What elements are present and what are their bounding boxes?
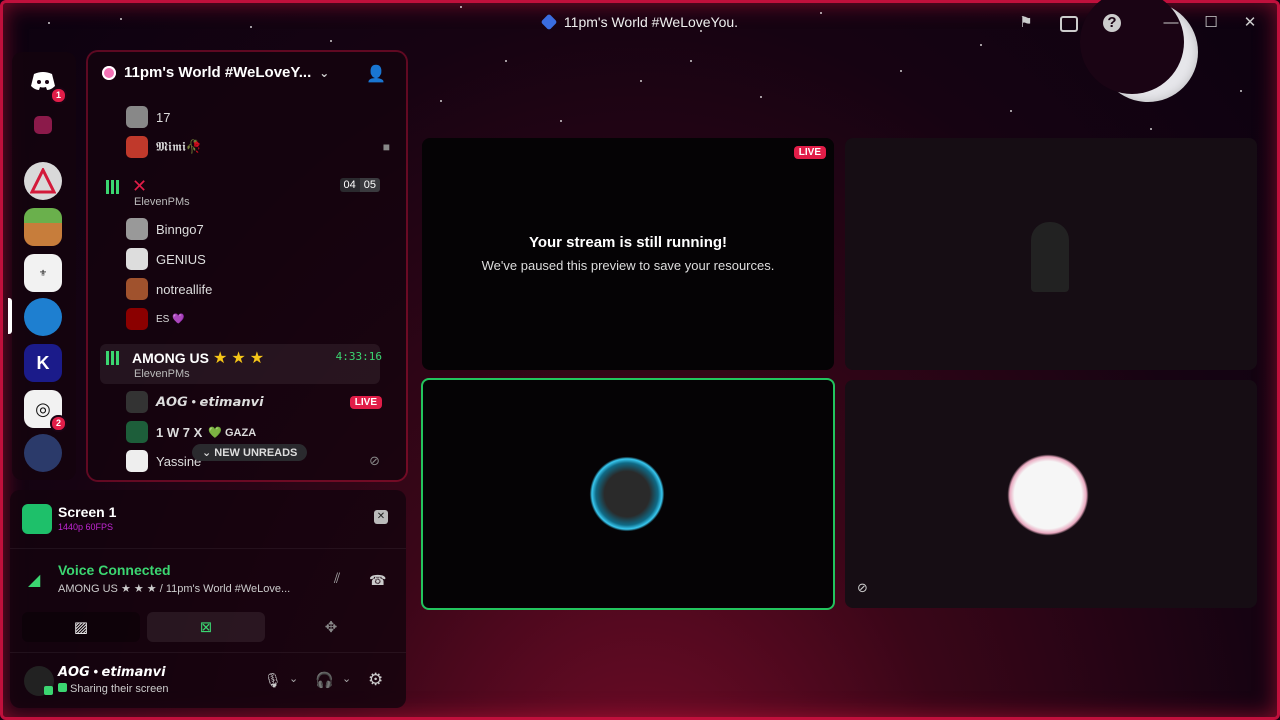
stream-paused-headline: Your stream is still running! — [528, 234, 728, 251]
user-panel: Screen 1 1440p 60FPS ✕ ◢ Voice Connected… — [10, 490, 406, 708]
stop-stream-icon[interactable]: ✕ — [374, 510, 388, 524]
disconnect-icon[interactable]: ☎ — [369, 572, 386, 589]
channel-status: ElevenPMs — [134, 368, 190, 380]
participant-tile-speaking[interactable] — [423, 380, 833, 608]
guild-icon — [102, 65, 116, 80]
divider — [10, 548, 406, 549]
server-3-icon[interactable]: ⚜ — [24, 254, 62, 292]
noise-suppression-icon[interactable]: ⫽ — [334, 570, 340, 587]
window-title: 11pm's World #WeLoveYou. — [0, 13, 1280, 31]
server-minecraft-icon[interactable] — [24, 208, 62, 246]
chevron-down-icon: ⌄ — [319, 65, 330, 80]
activities-button[interactable]: ✥ — [272, 612, 390, 642]
avatar — [126, 391, 148, 413]
voice-channel-icon — [106, 179, 124, 194]
server-rail: 1 ⚜ K ◎ 2 — [12, 52, 76, 480]
aog-logo-icon — [30, 168, 56, 194]
stream-quality: 1440p 60FPS — [58, 522, 114, 532]
star-icon: ★ — [231, 350, 246, 367]
stream-title: Screen 1 — [58, 504, 117, 520]
stream-tile[interactable]: LIVE Your stream is still running! We've… — [422, 138, 834, 370]
unread-badge: 1 — [49, 87, 67, 104]
chevron-down-icon[interactable]: ⌄ — [342, 672, 351, 685]
voice-channel-among-us[interactable]: AMONG US ★ ★ ★ — [106, 348, 264, 368]
server-k-icon[interactable]: K — [24, 344, 62, 382]
screen-share-button[interactable]: ⊠ — [147, 612, 265, 642]
avatar — [126, 308, 148, 330]
live-badge: LIVE — [793, 146, 826, 159]
participant-avatar — [1007, 454, 1089, 536]
avatar — [126, 278, 148, 300]
avatar — [126, 421, 148, 443]
avatar — [126, 248, 148, 270]
headphones-icon[interactable]: 🎧 — [315, 671, 334, 689]
channel-status: ElevenPMs — [134, 196, 190, 208]
server-2-icon[interactable] — [34, 116, 52, 134]
user-status: Sharing their screen — [58, 683, 168, 695]
camera-off-icon: ▨ — [73, 619, 89, 636]
participant-avatar — [1031, 222, 1069, 292]
new-unreads-pill[interactable]: ⌄ NEW UNREADS — [192, 444, 308, 461]
channel-sidebar: 11pm's World #WeLoveY... ⌄ 👤 17 𝕸𝖎𝖒𝖎🥀 ■ … — [88, 52, 406, 480]
screen-icon — [58, 683, 67, 692]
muted-icon: ⊘ — [857, 580, 868, 595]
voice-user[interactable]: 𝕸𝖎𝖒𝖎🥀 ■ — [126, 134, 390, 160]
chevron-down-icon[interactable]: ⌄ — [289, 672, 298, 685]
voice-user[interactable]: ES 💜 — [126, 306, 185, 332]
server-4-icon[interactable] — [24, 298, 62, 336]
signal-icon: ◢ — [28, 572, 41, 589]
voice-location[interactable]: AMONG US ★ ★ ★ / 11pm's World #WeLove... — [58, 582, 290, 595]
inbox-icon[interactable] — [1060, 16, 1078, 32]
server-6-icon[interactable] — [24, 434, 62, 472]
discord-home-icon[interactable]: 1 — [24, 62, 67, 104]
status-indicator — [44, 686, 53, 695]
invite-user-icon[interactable]: 👤 — [366, 64, 386, 84]
star-icon: ★ — [249, 350, 265, 367]
voice-user[interactable]: 𝘼𝙊𝙂 • 𝙚𝙩𝙞𝙢𝙖𝙣𝙫𝙞 LIVE — [126, 389, 382, 415]
participant-avatar — [587, 454, 667, 534]
avatar — [126, 106, 148, 128]
call-timer: 4:33:16 — [335, 350, 382, 363]
participant-tile[interactable]: ⊘ — [845, 380, 1257, 608]
participant-tile[interactable] — [845, 138, 1257, 370]
settings-gear-icon[interactable]: ⚙ — [368, 670, 383, 690]
activities-icon: ✥ — [324, 619, 338, 636]
guild-header[interactable]: 11pm's World #WeLoveY... ⌄ — [102, 64, 329, 81]
chevron-down-icon: ⌄ — [202, 447, 215, 459]
username[interactable]: 𝘼𝙊𝙂 • 𝙚𝙩𝙞𝙢𝙖𝙣𝙫𝙞 — [58, 664, 166, 680]
avatar — [126, 218, 148, 240]
star-icon: ★ — [213, 350, 228, 367]
help-icon[interactable]: ? — [1103, 14, 1121, 32]
user-limit: 04 05 — [339, 178, 380, 192]
minimize-button[interactable]: — — [1162, 14, 1180, 32]
maximize-button[interactable]: ☐ — [1202, 14, 1220, 32]
flag-icon[interactable]: ⚑ — [1017, 14, 1035, 32]
voice-user[interactable]: 1 W 7 X 💚 GAZA — [126, 419, 256, 445]
close-button[interactable]: ✕ — [1241, 14, 1259, 32]
server-icon — [540, 13, 558, 31]
title-bar: 11pm's World #WeLoveYou. ⚑ ? — ☐ ✕ — [0, 0, 1280, 46]
screen-share-active-icon: ⊠ — [199, 619, 213, 636]
unread-badge: 2 — [49, 415, 67, 432]
server-aog-icon[interactable] — [24, 162, 62, 200]
avatar — [126, 136, 148, 158]
voice-user[interactable]: notreallife — [126, 276, 212, 302]
stream-paused-message: We've paused this preview to save your r… — [481, 258, 775, 273]
selected-server-indicator — [8, 298, 12, 334]
deafened-icon: ⊘ — [369, 453, 380, 468]
video-icon: ■ — [382, 140, 390, 154]
voice-status[interactable]: Voice Connected — [58, 562, 171, 578]
voice-channel-icon — [106, 351, 124, 365]
server-5-icon[interactable]: ◎ 2 — [24, 390, 67, 432]
screen-share-icon — [22, 504, 52, 534]
divider — [10, 652, 406, 653]
live-badge: LIVE — [349, 395, 382, 409]
microphone-icon[interactable]: 🎙 — [264, 672, 282, 689]
voice-user[interactable]: GENIUS — [126, 246, 206, 272]
voice-user[interactable]: Binngo7 — [126, 216, 204, 242]
camera-button[interactable]: ▨ — [22, 612, 140, 642]
voice-user[interactable]: 17 — [126, 104, 170, 130]
voice-channel-1[interactable]: ✕ — [106, 176, 147, 197]
avatar — [126, 450, 148, 472]
